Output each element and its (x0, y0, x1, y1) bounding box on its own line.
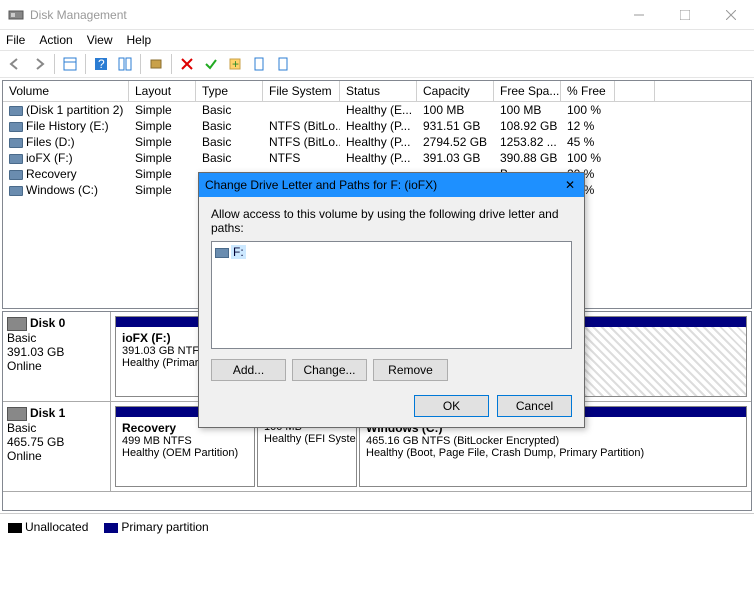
drive-letter-list[interactable]: F: (211, 241, 572, 349)
volume-icon (9, 106, 23, 116)
table-row[interactable]: Files (D:)SimpleBasicNTFS (BitLo...Healt… (3, 134, 751, 150)
ok-button[interactable]: OK (414, 395, 489, 417)
col-pct[interactable]: % Free (561, 81, 615, 101)
back-button[interactable] (4, 53, 26, 75)
change-drive-letter-dialog: Change Drive Letter and Paths for F: (io… (198, 172, 585, 428)
legend-primary: Primary partition (104, 520, 208, 534)
disk-icon (7, 407, 27, 421)
app-icon (8, 7, 24, 23)
menu-help[interactable]: Help (127, 33, 152, 47)
remove-button[interactable]: Remove (373, 359, 448, 381)
col-volume[interactable]: Volume (3, 81, 129, 101)
close-button[interactable] (708, 0, 754, 30)
table-row[interactable]: ioFX (F:)SimpleBasicNTFSHealthy (P...391… (3, 150, 751, 166)
col-layout[interactable]: Layout (129, 81, 196, 101)
column-headers: Volume Layout Type File System Status Ca… (3, 81, 751, 102)
partition[interactable]: ioFX (F:)391.03 GB NTFSHealthy (Primary … (115, 316, 211, 397)
svg-text:+: + (232, 57, 239, 71)
list-item[interactable]: F: (215, 245, 246, 259)
view-icon[interactable] (59, 53, 81, 75)
minimize-button[interactable] (616, 0, 662, 30)
dialog-title: Change Drive Letter and Paths for F: (io… (205, 178, 562, 192)
volume-icon (9, 122, 23, 132)
col-free[interactable]: Free Spa... (494, 81, 561, 101)
drive-icon (215, 248, 229, 258)
volume-icon (9, 138, 23, 148)
menu-action[interactable]: Action (39, 33, 72, 47)
menu-view[interactable]: View (87, 33, 113, 47)
check-icon[interactable] (200, 53, 222, 75)
col-type[interactable]: Type (196, 81, 263, 101)
menu-file[interactable]: File (6, 33, 25, 47)
add-button[interactable]: Add... (211, 359, 286, 381)
help-icon[interactable]: ? (90, 53, 112, 75)
disk-header[interactable]: Disk 0Basic391.03 GBOnline (3, 312, 111, 401)
table-row[interactable]: File History (E:)SimpleBasicNTFS (BitLo.… (3, 118, 751, 134)
volume-icon (9, 186, 23, 196)
forward-button[interactable] (28, 53, 50, 75)
dialog-close-icon[interactable]: ✕ (562, 178, 578, 192)
col-status[interactable]: Status (340, 81, 417, 101)
dialog-instruction: Allow access to this volume by using the… (211, 207, 572, 235)
toolbar: ? + (0, 50, 754, 78)
col-capacity[interactable]: Capacity (417, 81, 494, 101)
cancel-button[interactable]: Cancel (497, 395, 572, 417)
svg-text:?: ? (98, 57, 105, 71)
maximize-button[interactable] (662, 0, 708, 30)
properties-icon[interactable] (145, 53, 167, 75)
col-blank (615, 81, 655, 101)
new-icon[interactable]: + (224, 53, 246, 75)
disk-icon (7, 317, 27, 331)
dialog-titlebar: Change Drive Letter and Paths for F: (io… (199, 173, 584, 197)
doc2-icon[interactable] (272, 53, 294, 75)
delete-icon[interactable] (176, 53, 198, 75)
legend-unallocated: Unallocated (8, 520, 88, 534)
doc1-icon[interactable] (248, 53, 270, 75)
titlebar: Disk Management (0, 0, 754, 30)
table-row[interactable]: (Disk 1 partition 2)SimpleBasicHealthy (… (3, 102, 751, 118)
disk-header[interactable]: Disk 1Basic465.75 GBOnline (3, 402, 111, 491)
legend: Unallocated Primary partition (0, 513, 754, 540)
menubar: File Action View Help (0, 30, 754, 50)
volume-icon (9, 154, 23, 164)
layout-icon[interactable] (114, 53, 136, 75)
window-title: Disk Management (30, 8, 616, 22)
change-button[interactable]: Change... (292, 359, 367, 381)
volume-icon (9, 170, 23, 180)
col-fs[interactable]: File System (263, 81, 340, 101)
